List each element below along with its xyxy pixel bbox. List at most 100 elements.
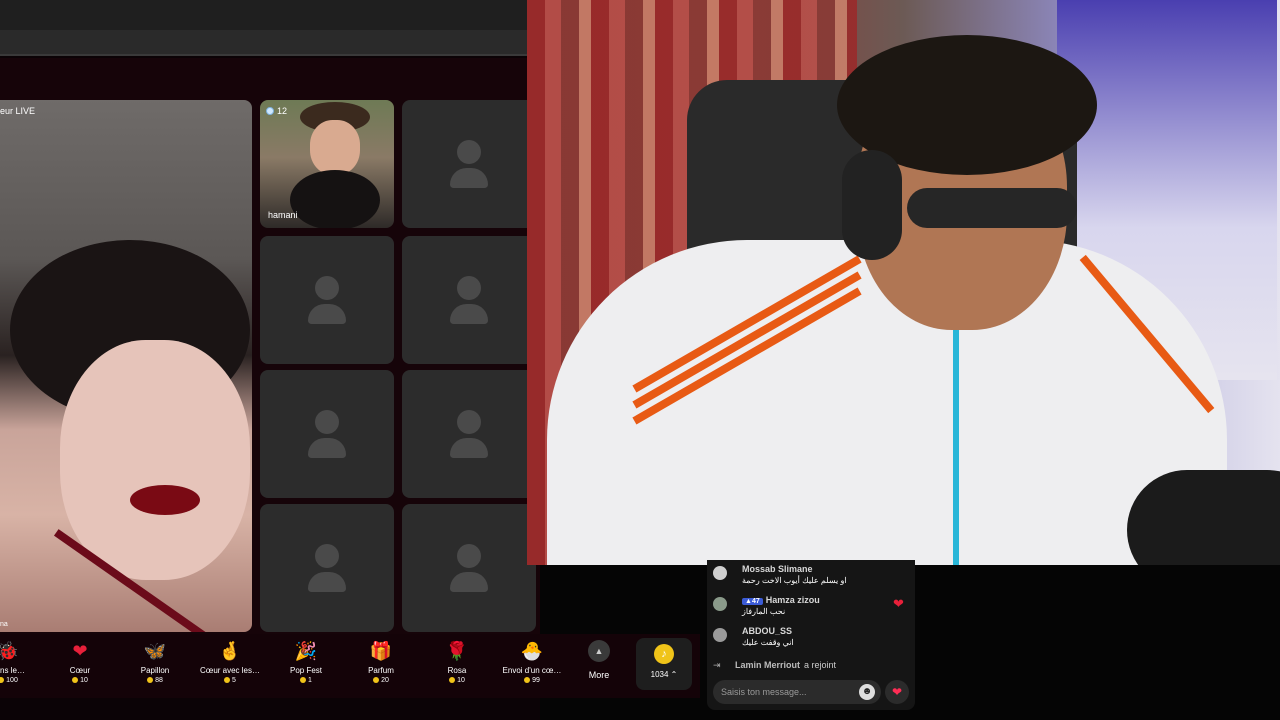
person-placeholder-icon-body — [450, 572, 488, 592]
more-label: More — [588, 670, 610, 680]
empty-seat-tile[interactable] — [402, 504, 536, 632]
guest-face — [310, 120, 360, 175]
person-placeholder-icon — [315, 544, 339, 568]
viewer-icon — [266, 107, 274, 115]
person-placeholder-icon — [315, 276, 339, 300]
like-heart-button[interactable]: ❤ — [885, 680, 909, 704]
gift-item[interactable]: 🤞 Cœur avec les… 5 — [192, 640, 268, 684]
chat-input[interactable] — [721, 684, 851, 700]
microphone — [1127, 470, 1280, 565]
person-placeholder-icon-body — [308, 304, 346, 324]
coin-icon — [0, 677, 5, 684]
streamer-webcam — [527, 0, 1280, 565]
chat-username[interactable]: Mossab Slimane — [742, 564, 813, 574]
gift-price: 99 — [494, 677, 570, 684]
join-notice: ⇥ Lamin Merriout a rejoint — [713, 660, 836, 671]
sunglasses — [907, 188, 1077, 228]
gift-price: 10 — [419, 677, 495, 684]
chat-username[interactable]: ABDOU_SS — [742, 626, 792, 636]
browser-titlebar — [0, 0, 527, 30]
chat-input-container: ☻ — [713, 680, 881, 704]
person-placeholder-icon-body — [450, 304, 488, 324]
guest-viewer-count: 12 — [266, 106, 287, 116]
person-placeholder-icon — [457, 410, 481, 434]
gift-price: 88 — [117, 677, 193, 684]
host-video[interactable]: eur LIVE na — [0, 100, 252, 632]
gift-price: 1 — [268, 677, 344, 684]
chat-text: نحب المارفاز — [742, 607, 786, 616]
host-face — [60, 340, 250, 580]
host-name-label: na — [0, 621, 8, 628]
guest-tile-hamani[interactable]: 12 hamani — [260, 100, 394, 228]
empty-seat-tile[interactable] — [260, 370, 394, 498]
empty-seat-tile[interactable] — [402, 100, 536, 228]
recharge-coins-button[interactable]: ♪ 1034 ⌃ — [636, 638, 692, 690]
guest-foreground — [290, 170, 380, 228]
finger-heart-icon: 🤞 — [218, 641, 242, 661]
gift-item[interactable]: 🦋 Papillon 88 — [117, 640, 193, 684]
gift-name: Parfum — [368, 666, 394, 675]
empty-seat-tile[interactable] — [260, 236, 394, 364]
heart-icon: ❤ — [893, 596, 904, 611]
gift-price: 100 — [0, 677, 46, 684]
guest-grid: 12 hamani — [260, 100, 540, 632]
gift-item[interactable]: 🐞 dans le… 100 — [0, 640, 46, 684]
gift-name: Rosa — [447, 666, 467, 675]
gift-name: Pop Fest — [289, 666, 322, 675]
butterfly-icon: 🦋 — [143, 641, 167, 661]
join-text: a rejoint — [804, 660, 837, 670]
empty-seat-tile[interactable] — [260, 504, 394, 632]
gift-name: Cœur avec les… — [199, 666, 260, 675]
coin-balance: 1034 ⌃ — [650, 670, 678, 679]
gift-name: Envoi d'un cœ… — [502, 666, 562, 675]
screen: eur LIVE na 12 hamani 🐞 ns le… 100 ❤ Cœu… — [0, 0, 1280, 720]
person-placeholder-icon-body — [308, 572, 346, 592]
viewer-count-text: 12 — [277, 106, 288, 116]
rose-icon: 🌹 — [445, 641, 469, 661]
gift-item[interactable]: 🎉 Pop Fest 1 — [268, 640, 344, 684]
headphones — [842, 150, 902, 260]
avatar — [713, 628, 727, 642]
empty-seat-tile[interactable] — [402, 370, 536, 498]
join-username[interactable]: Lamin Merriout — [735, 660, 800, 670]
coin-icon — [147, 677, 154, 684]
person-placeholder-icon-body — [308, 438, 346, 458]
empty-seat-tile[interactable] — [402, 236, 536, 364]
enter-icon: ⇥ — [713, 660, 721, 670]
person-placeholder-icon — [457, 544, 481, 568]
person-placeholder-icon-body — [450, 438, 488, 458]
gift-item[interactable]: 🐣 Envoi d'un cœ… 99 — [494, 640, 570, 684]
live-chat: Mossab Slimane او يسلم عليك أيوب الاخت ر… — [707, 560, 915, 710]
chevron-up-icon: ▲ — [588, 640, 610, 662]
chat-text: اني وقفت عليك — [742, 638, 794, 647]
gift-item[interactable]: 🌹 Rosa 10 — [419, 640, 495, 684]
person-placeholder-icon — [315, 410, 339, 434]
chat-text: او يسلم عليك أيوب الاخت رحمة — [742, 576, 847, 585]
chat-username[interactable]: ▲47 Hamza zizou — [742, 595, 820, 605]
chick-icon: 🐣 — [520, 641, 544, 661]
browser-toolbar — [0, 30, 527, 56]
gift-item[interactable]: 🎁 Parfum 20 — [343, 640, 419, 684]
coin-icon — [224, 677, 231, 684]
emoji-icon[interactable]: ☻ — [859, 684, 875, 700]
coin-icon — [373, 677, 380, 684]
person-placeholder-icon-body — [450, 168, 488, 188]
heart-icon: ❤ — [72, 641, 88, 661]
gift-price: 10 — [42, 677, 118, 684]
gift-bar: 🐞 dans le… 100 ❤ Cœur 10 🦋 Papillon 88 🤞… — [0, 634, 700, 698]
guest-name: hamani — [268, 210, 298, 220]
coin-icon — [300, 677, 307, 684]
gift-name: Cœur — [69, 666, 91, 675]
hoodie-zip — [953, 330, 959, 565]
coin-icon — [524, 677, 531, 684]
live-tag: eur LIVE — [0, 106, 36, 116]
tiktok-live-panel: eur LIVE na 12 hamani — [0, 0, 540, 720]
gift-price: 20 — [343, 677, 419, 684]
party-icon: 🎉 — [294, 641, 318, 661]
gift-item[interactable]: ❤ Cœur 10 — [42, 640, 118, 684]
more-gifts-button[interactable]: ▲ More — [580, 640, 618, 680]
avatar — [713, 566, 727, 580]
tiktok-coin-icon: ♪ — [654, 644, 674, 664]
person-placeholder-icon — [457, 140, 481, 164]
gift-icon: 🐞 — [0, 641, 20, 661]
